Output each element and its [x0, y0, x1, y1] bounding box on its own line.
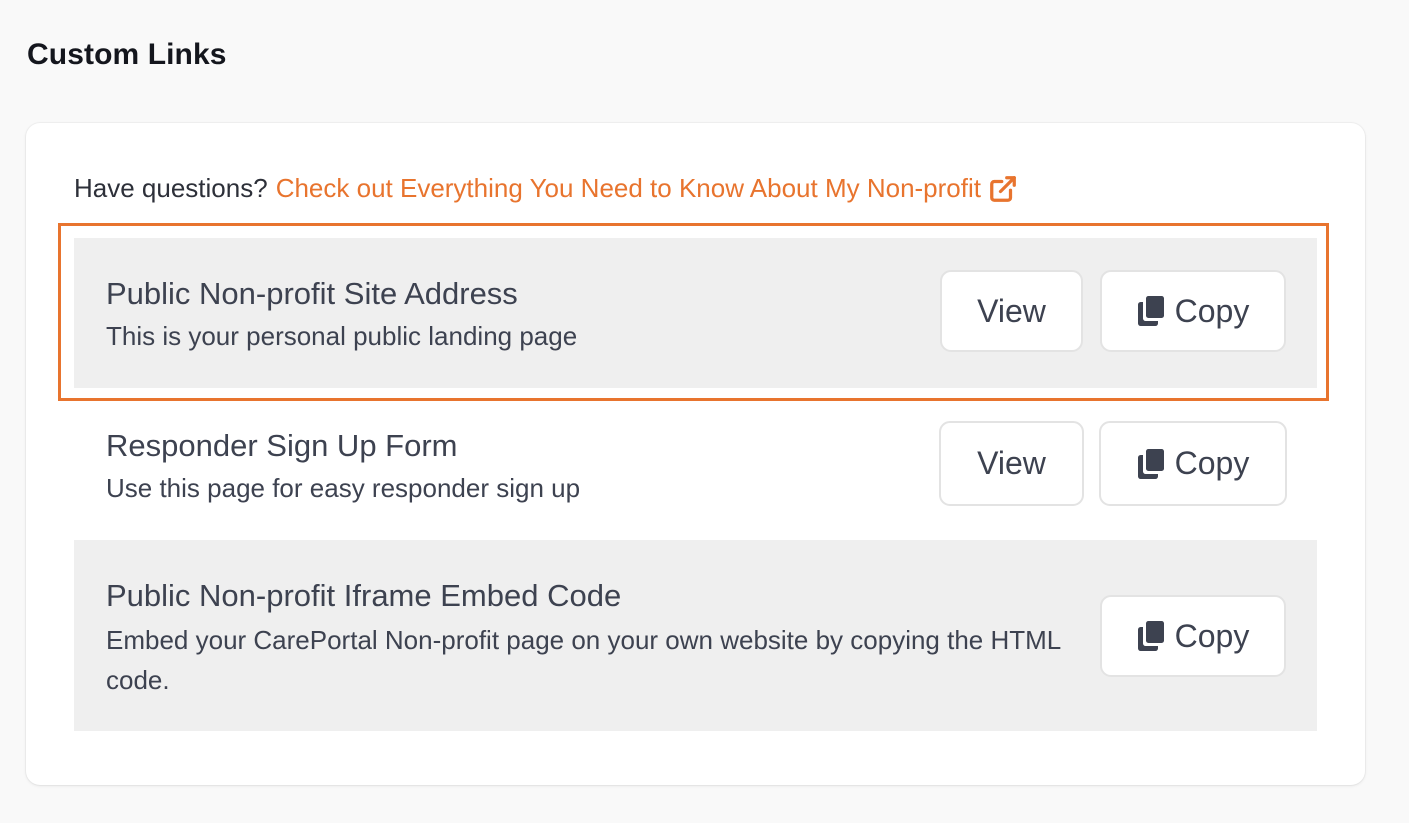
link-description: Use this page for easy responder sign up [106, 473, 581, 503]
custom-links-card: Have questions? Check out Everything You… [26, 123, 1365, 785]
help-link[interactable]: Check out Everything You Need to Know Ab… [276, 173, 1018, 204]
link-row-responder-signup: Responder Sign Up Form Use this page for… [74, 388, 1317, 540]
copy-icon [1137, 448, 1164, 479]
copy-button[interactable]: Copy [1099, 421, 1287, 506]
help-link-label: Check out Everything You Need to Know Ab… [275, 173, 981, 203]
view-button[interactable]: View [939, 421, 1084, 506]
highlight-outline [58, 223, 1329, 401]
copy-icon [1137, 621, 1164, 651]
link-description: Embed your CarePortal Non-profit page on… [106, 625, 1061, 695]
link-title: Public Non-profit Iframe Embed Code [106, 578, 622, 613]
external-link-icon [990, 175, 1016, 202]
copy-label: Copy [1174, 617, 1250, 654]
help-line: Have questions? Check out Everything You… [74, 173, 1018, 204]
link-title: Responder Sign Up Form [106, 428, 458, 463]
help-prefix: Have questions? [74, 173, 268, 203]
page-title: Custom Links [27, 38, 227, 71]
copy-label: Copy [1174, 445, 1250, 481]
link-row-iframe-embed: Public Non-profit Iframe Embed Code Embe… [74, 540, 1317, 731]
copy-button[interactable]: Copy [1100, 595, 1286, 677]
